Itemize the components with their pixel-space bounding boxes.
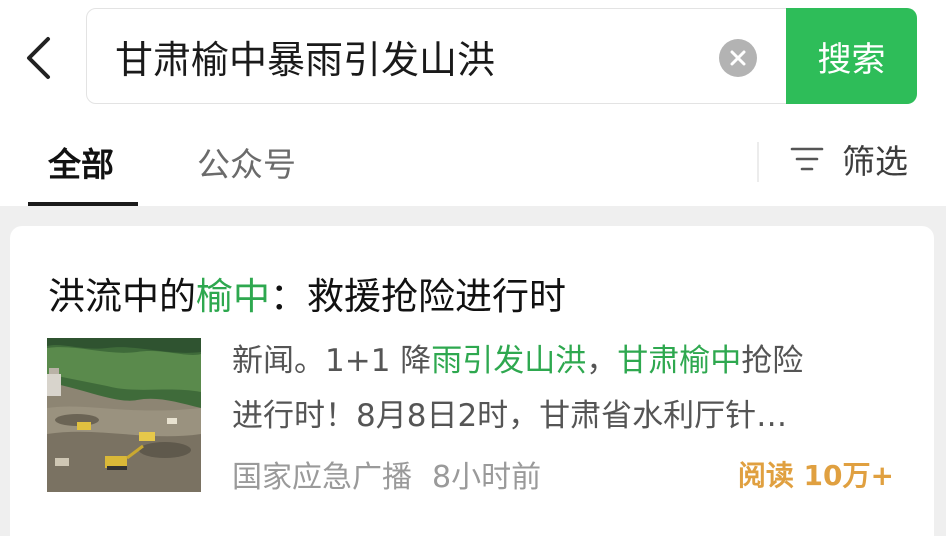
snippet-line-1: 新闻。1+1 降雨引发山洪，甘肃榆中抢险 (232, 343, 804, 379)
filter-button[interactable]: 筛选 (790, 134, 908, 184)
filter-label: 筛选 (842, 142, 908, 181)
search-button[interactable]: 搜索 (786, 8, 917, 104)
tab-divider (757, 142, 759, 182)
result-snippet: 新闻。1+1 降雨引发山洪，甘肃榆中抢险 进行时！8月8日2时，甘肃省水利厅针… (232, 334, 902, 444)
result-source[interactable]: 国家应急广播 (232, 460, 412, 495)
filter-lines-icon (790, 147, 824, 171)
snippet-line-2: 进行时！8月8日2时，甘肃省水利厅针… (232, 398, 788, 434)
tab-official-accounts[interactable]: 公众号 (197, 138, 296, 186)
result-card[interactable]: 洪流中的榆中：救援抢险进行时 新闻。1+1 降雨引发山洪，甘肃榆中抢险 进行时！… (10, 226, 934, 546)
read-count: 阅读 10万+ (737, 459, 894, 492)
search-input[interactable] (115, 9, 715, 103)
result-meta: 国家应急广播 8小时前 (232, 452, 541, 496)
back-button[interactable] (16, 30, 60, 86)
result-thumbnail[interactable] (47, 338, 201, 492)
result-title[interactable]: 洪流中的榆中：救援抢险进行时 (48, 266, 566, 320)
search-box: 搜索 (86, 8, 917, 104)
top-bar: 搜索 (0, 0, 946, 120)
tab-all[interactable]: 全部 (48, 138, 114, 186)
result-time: 8小时前 (432, 460, 542, 495)
flood-rescue-photo (47, 338, 201, 492)
tab-bar: 全部 公众号 筛选 (0, 120, 946, 207)
close-icon (730, 50, 746, 66)
clear-search-button[interactable] (719, 39, 757, 77)
chevron-left-icon (27, 37, 50, 79)
